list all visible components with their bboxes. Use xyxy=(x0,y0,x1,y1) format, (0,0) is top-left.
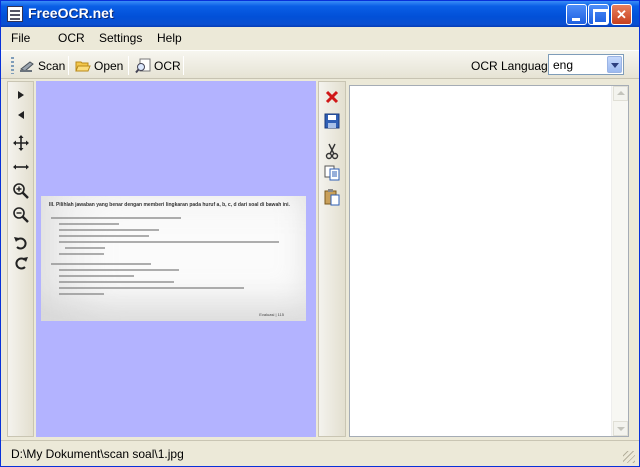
ocr-text-output[interactable] xyxy=(349,85,629,437)
rotate-right-icon[interactable] xyxy=(12,254,30,272)
ocr-language-label: OCR Language xyxy=(471,59,555,73)
dropdown-arrow-icon[interactable] xyxy=(607,56,622,73)
menu-help[interactable]: Help xyxy=(157,31,182,45)
menu-bar: File OCR Settings Help xyxy=(1,27,639,49)
text-tools-toolbar xyxy=(318,81,346,437)
scan-button[interactable]: Scan xyxy=(19,55,65,77)
ocr-language-select[interactable]: eng xyxy=(548,54,624,75)
paste-icon[interactable] xyxy=(323,188,341,206)
previous-icon[interactable] xyxy=(12,106,30,124)
zoom-out-icon[interactable] xyxy=(12,206,30,224)
pan-icon[interactable] xyxy=(12,134,30,152)
status-bar: D:\My Dokument\scan soal\1.jpg xyxy=(1,440,639,466)
window-title: FreeOCR.net xyxy=(28,5,114,21)
ocr-language-value: eng xyxy=(553,58,574,72)
app-window: FreeOCR.net ✕ File OCR Settings Help Sca… xyxy=(0,0,640,467)
menu-ocr[interactable]: OCR xyxy=(58,31,85,45)
image-viewer-panel[interactable]: III. Pilihlah jawaban yang benar dengan … xyxy=(36,81,316,437)
save-icon[interactable] xyxy=(323,112,341,130)
folder-open-icon xyxy=(75,58,91,74)
scanner-icon xyxy=(19,58,35,74)
maximize-button[interactable] xyxy=(588,4,609,25)
toolbar-grip[interactable] xyxy=(11,57,14,74)
toolbar-separator xyxy=(183,56,184,75)
menu-settings[interactable]: Settings xyxy=(99,31,142,45)
resize-grip[interactable] xyxy=(623,451,635,463)
ocr-button-label: OCR xyxy=(154,59,181,73)
zoom-in-icon[interactable] xyxy=(12,182,30,200)
rotate-left-icon[interactable] xyxy=(12,234,30,252)
delete-icon[interactable] xyxy=(323,88,341,106)
open-button-label: Open xyxy=(94,59,124,73)
magnifier-icon xyxy=(135,58,151,74)
scroll-down-icon[interactable] xyxy=(613,421,628,436)
app-icon[interactable] xyxy=(7,6,23,22)
file-path-status: D:\My Dokument\scan soal\1.jpg xyxy=(11,447,184,461)
menu-file[interactable]: File xyxy=(11,31,30,45)
open-button[interactable]: Open xyxy=(75,55,123,77)
close-button[interactable]: ✕ xyxy=(611,4,632,25)
scan-button-label: Scan xyxy=(38,59,66,73)
copy-icon[interactable] xyxy=(323,164,341,182)
next-icon[interactable] xyxy=(12,86,30,104)
toolbar-separator xyxy=(68,56,69,75)
title-bar[interactable]: FreeOCR.net ✕ xyxy=(1,1,639,27)
scan-header-text: III. Pilihlah jawaban yang benar dengan … xyxy=(49,202,290,208)
fit-width-icon[interactable] xyxy=(12,158,30,176)
scan-page-marker: Evaluasi | 115 xyxy=(259,312,284,317)
scroll-up-icon[interactable] xyxy=(613,86,628,101)
image-tools-toolbar xyxy=(7,81,34,437)
ocr-button[interactable]: OCR xyxy=(135,55,181,77)
scanned-document-image: III. Pilihlah jawaban yang benar dengan … xyxy=(41,196,306,321)
toolbar-separator xyxy=(128,56,129,75)
minimize-button[interactable] xyxy=(566,4,587,25)
cut-icon[interactable] xyxy=(323,142,341,160)
vertical-scrollbar[interactable] xyxy=(611,86,628,436)
